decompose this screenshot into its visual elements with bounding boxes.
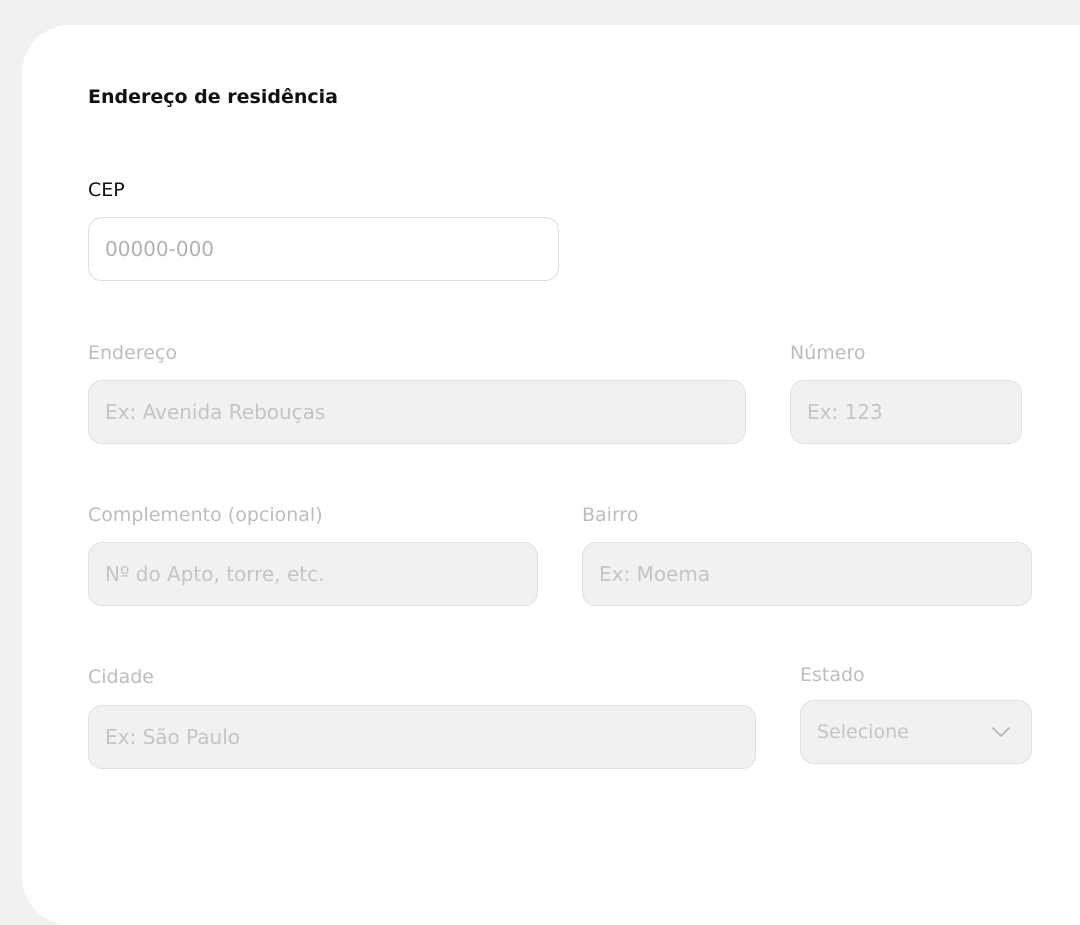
cidade-input[interactable]: [88, 705, 756, 769]
estado-select[interactable]: Selecione: [800, 700, 1032, 764]
endereco-input[interactable]: [88, 380, 746, 444]
address-form-card: [22, 25, 1080, 925]
chevron-down-icon: [992, 727, 1010, 737]
complemento-input[interactable]: [88, 542, 538, 606]
complemento-label: Complemento (opcional): [88, 504, 323, 526]
bairro-input[interactable]: [582, 542, 1032, 606]
estado-label: Estado: [800, 664, 865, 686]
endereco-label: Endereço: [88, 342, 177, 364]
bairro-label: Bairro: [582, 504, 639, 526]
cep-label: CEP: [88, 179, 125, 201]
estado-selected-value: Selecione: [817, 721, 909, 743]
section-title: Endereço de residência: [88, 86, 338, 108]
numero-label: Número: [790, 342, 866, 364]
cidade-label: Cidade: [88, 666, 154, 688]
cep-input[interactable]: [88, 217, 559, 281]
numero-input[interactable]: [790, 380, 1022, 444]
